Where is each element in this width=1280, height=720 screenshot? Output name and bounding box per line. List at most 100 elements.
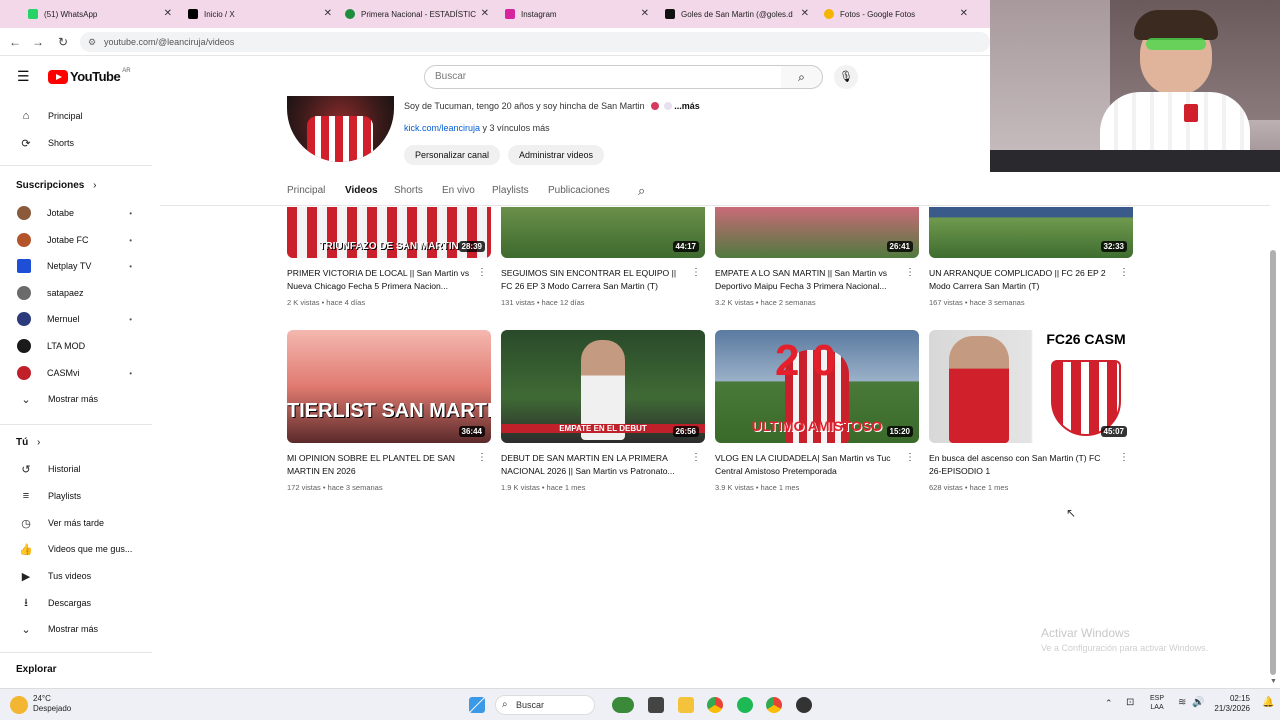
- sidebar-item-history[interactable]: ↺ Historial: [0, 457, 150, 481]
- weather-widget[interactable]: 24°C Despejado: [33, 694, 71, 714]
- browser-tab-whatsapp[interactable]: (51) WhatsApp ✕: [28, 4, 178, 24]
- video-title[interactable]: EMPATE A LO SAN MARTIN || San Martin vs …: [715, 267, 901, 293]
- more-vert-icon[interactable]: ⋮: [477, 267, 487, 278]
- video-title[interactable]: VLOG EN LA CIUDADELA| San Martin vs Tuc …: [715, 452, 901, 478]
- search-input[interactable]: Buscar: [424, 65, 782, 89]
- sidebar-item-downloads[interactable]: ⭳ Descargas: [0, 591, 150, 615]
- video-card[interactable]: FC26 CASM 45:07 En busca del ascenso con…: [929, 330, 1133, 492]
- sidebar-item-principal[interactable]: ⌂ Principal: [0, 104, 150, 128]
- notification-bell-icon[interactable]: 🔔: [1262, 697, 1274, 708]
- subscription-item[interactable]: LTA MOD: [0, 334, 150, 358]
- network-icon[interactable]: ⊡: [1126, 697, 1134, 708]
- video-title[interactable]: PRIMER VICTORIA DE LOCAL || San Martin v…: [287, 267, 473, 293]
- more-vert-icon[interactable]: ⋮: [691, 267, 701, 278]
- close-icon[interactable]: ✕: [324, 8, 332, 19]
- subscription-item[interactable]: Mernuel •: [0, 307, 150, 331]
- site-info-icon[interactable]: ⚙: [88, 32, 96, 52]
- video-thumbnail[interactable]: EMPATE EN EL DEBUT 26:56: [501, 330, 705, 443]
- more-vert-icon[interactable]: ⋮: [691, 452, 701, 463]
- manage-videos-button[interactable]: Administrar videos: [508, 145, 605, 165]
- video-thumbnail[interactable]: 26:41: [715, 207, 919, 258]
- more-vert-icon[interactable]: ⋮: [477, 452, 487, 463]
- video-thumbnail[interactable]: FC26 CASM 45:07: [929, 330, 1133, 443]
- subscription-item[interactable]: CASMvi •: [0, 361, 150, 385]
- customize-channel-button[interactable]: Personalizar canal: [404, 145, 501, 165]
- menu-icon[interactable]: ☰: [17, 68, 30, 85]
- spotify-icon[interactable]: [737, 697, 753, 713]
- video-card[interactable]: TIERLIST SAN MARTIN 20 36:44 MI OPINION …: [287, 330, 491, 492]
- video-thumbnail[interactable]: TIERLIST SAN MARTIN 20 36:44: [287, 330, 491, 443]
- video-title[interactable]: En busca del ascenso con San Martin (T) …: [929, 452, 1115, 478]
- tab-playlists[interactable]: Playlists: [492, 185, 529, 196]
- video-card[interactable]: TRIUNFAZO DE SAN MARTIN 28:39 PRIMER VIC…: [287, 207, 491, 307]
- more-vert-icon[interactable]: ⋮: [1119, 452, 1129, 463]
- close-icon[interactable]: ✕: [164, 8, 172, 19]
- voice-search-button[interactable]: 🎙: [834, 65, 858, 89]
- system-clock[interactable]: 02:15 21/3/2026: [1200, 694, 1250, 714]
- tab-publicaciones[interactable]: Publicaciones: [548, 185, 610, 196]
- more-vert-icon[interactable]: ⋮: [905, 452, 915, 463]
- channel-search-icon[interactable]: ⌕: [638, 183, 645, 199]
- reload-icon[interactable]: ↻: [55, 34, 71, 50]
- browser-tab-x[interactable]: Inicio / X ✕: [188, 4, 338, 24]
- more-vert-icon[interactable]: ⋮: [905, 267, 915, 278]
- browser-tab-estadisticas[interactable]: Primera Nacional - ESTADÍSTIC ✕: [345, 4, 495, 24]
- forward-icon[interactable]: →: [30, 34, 46, 50]
- video-thumbnail[interactable]: 32:33: [929, 207, 1133, 258]
- task-view-icon[interactable]: [648, 697, 664, 713]
- video-card[interactable]: 2 0 ULTIMO AMISTOSO 15:20 VLOG EN LA CIU…: [715, 330, 919, 492]
- video-card[interactable]: 44:17 SEGUIMOS SIN ENCONTRAR EL EQUIPO |…: [501, 207, 705, 307]
- tab-shorts[interactable]: Shorts: [394, 185, 423, 196]
- chevron-up-icon[interactable]: ⌃: [1105, 698, 1113, 709]
- sidebar-show-more[interactable]: ⌄ Mostrar más: [0, 617, 150, 641]
- video-card[interactable]: EMPATE EN EL DEBUT 26:56 DEBUT DE SAN MA…: [501, 330, 705, 492]
- page-scrollbar[interactable]: [1270, 250, 1276, 675]
- url-field[interactable]: ⚙ youtube.com/@leanciruja/videos: [80, 32, 990, 52]
- subscription-item[interactable]: Jotabe •: [0, 201, 150, 225]
- youtube-logo[interactable]: YouTube AR: [48, 68, 131, 84]
- language-indicator[interactable]: ESP LAA: [1150, 694, 1164, 712]
- search-button[interactable]: ⌕: [781, 65, 823, 89]
- widget-icon[interactable]: [612, 697, 634, 713]
- video-card[interactable]: 32:33 UN ARRANQUE COMPLICADO || FC 26 EP…: [929, 207, 1133, 307]
- scroll-down-icon[interactable]: ▼: [1270, 678, 1277, 685]
- more-link[interactable]: ...más: [674, 101, 700, 111]
- subscription-item[interactable]: Netplay TV •: [0, 254, 150, 278]
- sidebar-item-watch-later[interactable]: ◷ Ver más tarde: [0, 511, 150, 535]
- video-thumbnail[interactable]: 2 0 ULTIMO AMISTOSO 15:20: [715, 330, 919, 443]
- weather-sun-icon[interactable]: [10, 696, 28, 714]
- obs-icon[interactable]: [796, 697, 812, 713]
- channel-avatar[interactable]: [287, 96, 394, 162]
- browser-tab-instagram[interactable]: Instagram ✕: [505, 4, 655, 24]
- sidebar-item-liked[interactable]: 👍 Videos que me gus...: [0, 537, 150, 561]
- browser-tab-goles[interactable]: Goles de San Martin (@goles.d ✕: [665, 4, 815, 24]
- subscription-item[interactable]: Jotabe FC •: [0, 228, 150, 252]
- subscriptions-heading[interactable]: Suscripciones ›: [16, 180, 96, 191]
- video-card[interactable]: 26:41 EMPATE A LO SAN MARTIN || San Mart…: [715, 207, 919, 307]
- sidebar-item-your-videos[interactable]: ▶ Tus videos: [0, 564, 150, 588]
- you-heading[interactable]: Tú ›: [16, 437, 40, 448]
- close-icon[interactable]: ✕: [960, 8, 968, 19]
- back-icon[interactable]: ←: [7, 34, 23, 50]
- windows-start-icon[interactable]: [469, 697, 485, 713]
- close-icon[interactable]: ✕: [801, 8, 809, 19]
- sidebar-show-more[interactable]: ⌄ Mostrar más: [0, 387, 150, 411]
- video-thumbnail[interactable]: TRIUNFAZO DE SAN MARTIN 28:39: [287, 207, 491, 258]
- sidebar-item-playlists[interactable]: ≡ Playlists: [0, 484, 150, 508]
- video-title[interactable]: SEGUIMOS SIN ENCONTRAR EL EQUIPO || FC 2…: [501, 267, 687, 293]
- tab-en-vivo[interactable]: En vivo: [442, 185, 475, 196]
- video-title[interactable]: UN ARRANQUE COMPLICADO || FC 26 EP 2 Mod…: [929, 267, 1115, 293]
- subscription-item[interactable]: satapaez: [0, 281, 150, 305]
- chrome-icon[interactable]: [707, 697, 723, 713]
- sidebar-item-shorts[interactable]: ⟳ Shorts: [0, 131, 150, 155]
- tab-principal[interactable]: Principal: [287, 185, 325, 196]
- more-vert-icon[interactable]: ⋮: [1119, 267, 1129, 278]
- channel-description[interactable]: Soy de Tucuman, tengo 20 años y soy hinc…: [404, 101, 700, 111]
- wifi-icon[interactable]: ≋: [1178, 697, 1186, 708]
- close-icon[interactable]: ✕: [641, 8, 649, 19]
- video-title[interactable]: DEBUT DE SAN MARTIN EN LA PRIMERA NACION…: [501, 452, 687, 478]
- browser-tab-google-fotos[interactable]: Fotos - Google Fotos ✕: [824, 4, 974, 24]
- tab-videos[interactable]: Videos: [345, 185, 378, 196]
- file-explorer-icon[interactable]: [678, 697, 694, 713]
- taskbar-search[interactable]: ⌕ Buscar: [495, 695, 595, 715]
